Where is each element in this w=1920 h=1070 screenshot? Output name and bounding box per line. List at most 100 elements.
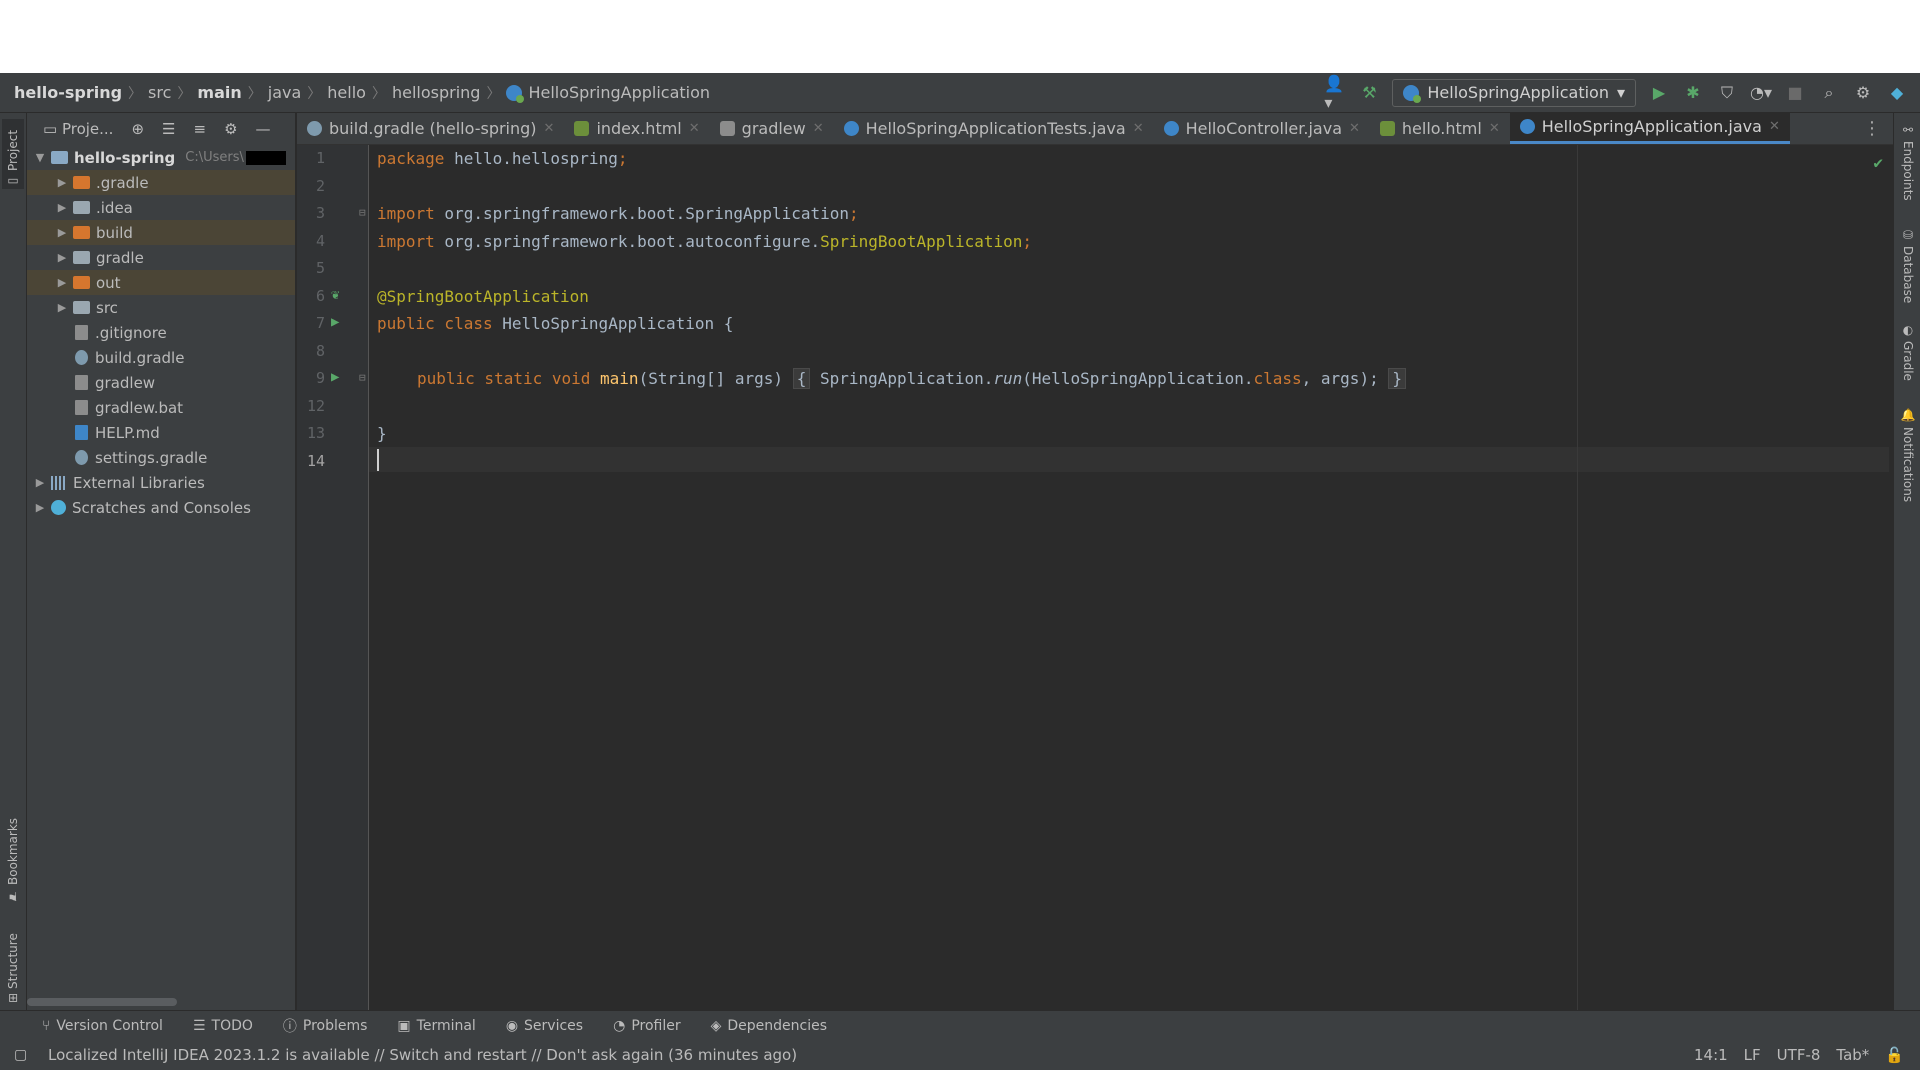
notifications-tool-button[interactable]: 🔔 Notifications [1897, 408, 1919, 518]
tree-item-gradle[interactable]: ▶ gradle [27, 245, 295, 270]
chevron-right-icon[interactable]: ▶ [55, 251, 69, 264]
endpoints-tool-button[interactable]: ⚯ Endpoints [1897, 123, 1919, 213]
profiler-icon[interactable]: ◔▾ [1750, 82, 1772, 104]
chevron-down-icon[interactable]: ▼ [33, 151, 47, 164]
close-icon[interactable]: ✕ [813, 121, 824, 136]
tree-item-build-gradle[interactable]: build.gradle [27, 345, 295, 370]
breadcrumb-src[interactable]: src [148, 83, 171, 102]
tree-item-gitignore[interactable]: .gitignore [27, 320, 295, 345]
tab-hello-controller[interactable]: HelloController.java ✕ [1154, 112, 1370, 144]
services-button[interactable]: ◉ Services [506, 1018, 583, 1034]
breadcrumb-hello[interactable]: hello [327, 83, 366, 102]
run-configuration-select[interactable]: HelloSpringApplication ▾ [1392, 78, 1636, 107]
chevron-right-icon[interactable]: ▶ [33, 501, 47, 514]
gear-icon[interactable]: ⚙ [1852, 82, 1874, 104]
ide-logo-icon[interactable]: ◆ [1886, 82, 1908, 104]
breadcrumb-class[interactable]: HelloSpringApplication [528, 83, 710, 102]
gear-icon[interactable]: ⚙ [224, 120, 237, 138]
tab-label: HelloController.java [1185, 118, 1342, 138]
tab-gradlew[interactable]: gradlew ✕ [710, 112, 834, 144]
tree-item-idea[interactable]: ▶ .idea [27, 195, 295, 220]
breadcrumb-project[interactable]: hello-spring [14, 83, 122, 102]
tree-item-gradlew[interactable]: gradlew [27, 370, 295, 395]
code-editor[interactable]: 1 2 3 4 5 6 7 8 9 12 13 14 ❦ ▶ ▶ ⊟ ⊟ pac… [297, 145, 1893, 1010]
folded-region[interactable]: } [1388, 368, 1406, 389]
version-control-button[interactable]: ⑂ Version Control [42, 1018, 163, 1034]
chevron-right-icon[interactable]: ▶ [55, 226, 69, 239]
file-encoding[interactable]: UTF-8 [1777, 1046, 1821, 1064]
tool-label: Problems [302, 1017, 368, 1034]
gradle-icon: ◐ [1901, 323, 1915, 337]
lock-icon[interactable]: 🔓 [1885, 1046, 1904, 1064]
tree-item-build[interactable]: ▶ build [27, 220, 295, 245]
line-number: 5 [315, 259, 325, 277]
todo-button[interactable]: ☰ TODO [193, 1018, 253, 1034]
tab-hello-spring-application-tests[interactable]: HelloSpringApplicationTests.java ✕ [834, 112, 1154, 144]
fold-icon[interactable]: ⊟ [359, 371, 366, 384]
spring-bean-icon[interactable]: ❦ [331, 287, 339, 303]
breadcrumb-java[interactable]: java [268, 83, 302, 102]
expand-all-icon[interactable]: ☰ [162, 120, 175, 138]
terminal-button[interactable]: ▣ Terminal [397, 1018, 475, 1034]
problems-button[interactable]: ⓘ Problems [283, 1016, 368, 1036]
bookmarks-tool-button[interactable]: ⚑ Bookmarks [2, 803, 24, 903]
tree-item-scratches[interactable]: ▶ Scratches and Consoles [27, 495, 295, 520]
checkmark-icon[interactable]: ✔ [1873, 153, 1883, 172]
status-message[interactable]: Localized IntelliJ IDEA 2023.1.2 is avai… [0, 1046, 1694, 1064]
user-icon[interactable]: 👤▾ [1324, 74, 1346, 112]
tree-item-out[interactable]: ▶ out [27, 270, 295, 295]
close-icon[interactable]: ✕ [1349, 121, 1360, 136]
hide-icon[interactable]: — [256, 120, 271, 138]
play-icon[interactable]: ▶ [1648, 82, 1670, 104]
bug-icon[interactable]: ✱ [1682, 82, 1704, 104]
more-tabs-icon[interactable]: ⋮ [1851, 112, 1893, 144]
chevron-right-icon[interactable]: ▶ [55, 301, 69, 314]
tree-root[interactable]: ▼ hello-spring C:\Users\ [27, 145, 295, 170]
close-icon[interactable]: ✕ [1769, 119, 1780, 134]
chevron-right-icon[interactable]: ▶ [55, 176, 69, 189]
close-icon[interactable]: ✕ [1489, 121, 1500, 136]
stop-icon[interactable]: ■ [1784, 82, 1806, 104]
tree-item-help-md[interactable]: HELP.md [27, 420, 295, 445]
dependencies-button[interactable]: ◈ Dependencies [711, 1018, 827, 1034]
run-gutter-icon[interactable]: ▶ [331, 314, 339, 330]
close-icon[interactable]: ✕ [689, 121, 700, 136]
tab-hello-spring-application[interactable]: HelloSpringApplication.java ✕ [1509, 112, 1790, 144]
line-separator[interactable]: LF [1744, 1046, 1761, 1064]
chevron-right-icon[interactable]: ▶ [55, 201, 69, 214]
search-icon[interactable]: ⌕ [1818, 82, 1840, 104]
breadcrumb-hellospring[interactable]: hellospring [392, 83, 480, 102]
horizontal-scrollbar[interactable] [27, 998, 177, 1006]
tab-hello-html[interactable]: hello.html ✕ [1370, 112, 1510, 144]
caret-position[interactable]: 14:1 [1694, 1046, 1728, 1064]
tree-item-src[interactable]: ▶ src [27, 295, 295, 320]
tree-item-external-libraries[interactable]: ▶ External Libraries [27, 470, 295, 495]
project-view-select[interactable]: ▭ Proje... [43, 120, 113, 138]
gradle-tool-button[interactable]: ◐ Gradle [1897, 323, 1919, 393]
tab-index-html[interactable]: index.html ✕ [564, 112, 709, 144]
code-line: import org.springframework.boot.autoconf… [377, 232, 1032, 251]
structure-tool-button[interactable]: ⊞ Structure [2, 913, 24, 1003]
tool-label: Version Control [56, 1017, 163, 1034]
database-tool-button[interactable]: ⛁ Database [1897, 228, 1919, 313]
breadcrumb-main[interactable]: main [197, 83, 241, 102]
fold-icon[interactable]: ⊟ [359, 206, 366, 219]
panel-toggle-icon[interactable]: ▢ [14, 1047, 27, 1063]
collapse-all-icon[interactable]: ≡ [193, 120, 206, 138]
chevron-right-icon[interactable]: ▶ [33, 476, 47, 489]
tree-item-gradle-dir[interactable]: ▶ .gradle [27, 170, 295, 195]
profiler-button[interactable]: ◔ Profiler [613, 1018, 681, 1034]
folded-region[interactable]: { [792, 368, 811, 389]
indent-setting[interactable]: Tab* [1836, 1046, 1869, 1064]
shield-icon[interactable]: ⛉ [1716, 82, 1738, 104]
close-icon[interactable]: ✕ [1133, 121, 1144, 136]
tab-build-gradle[interactable]: build.gradle (hello-spring) ✕ [297, 112, 564, 144]
project-tool-button[interactable]: ▭ Project [2, 119, 24, 189]
close-icon[interactable]: ✕ [544, 121, 555, 136]
crosshair-icon[interactable]: ⊕ [131, 120, 144, 138]
chevron-right-icon[interactable]: ▶ [55, 276, 69, 289]
run-gutter-icon[interactable]: ▶ [331, 369, 339, 385]
tree-item-gradlew-bat[interactable]: gradlew.bat [27, 395, 295, 420]
tree-item-settings-gradle[interactable]: settings.gradle [27, 445, 295, 470]
hammer-icon[interactable]: ⚒ [1358, 82, 1380, 104]
